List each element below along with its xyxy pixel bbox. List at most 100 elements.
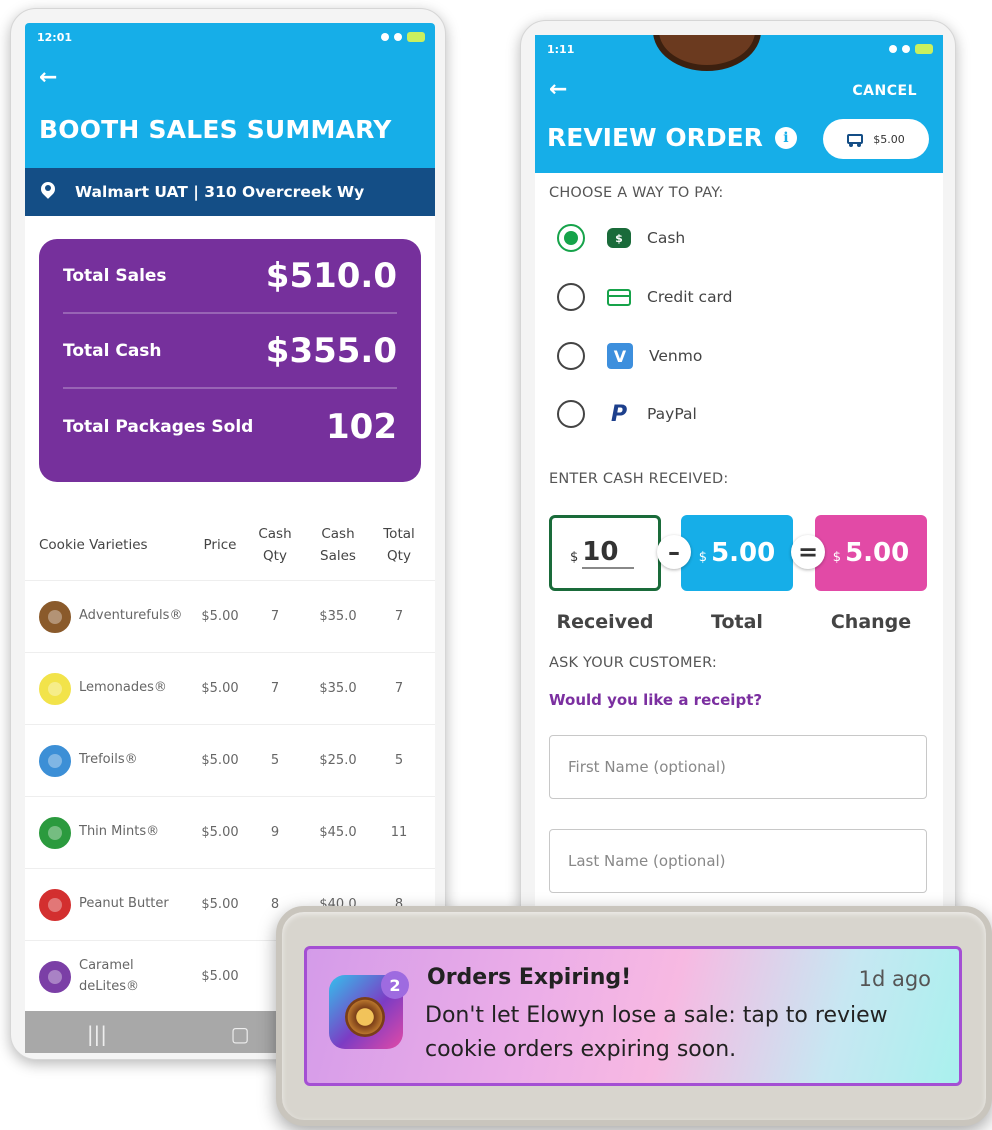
header-cash-sales: Cash Sales <box>320 525 356 564</box>
price-cell: $5.00 <box>201 969 239 984</box>
status-icons <box>381 32 425 42</box>
cookie-name: Trefoils® <box>79 752 138 768</box>
cookie-icon <box>39 600 71 633</box>
battery-icon <box>915 44 933 54</box>
received-amount[interactable]: 10 <box>582 537 635 569</box>
total-qty-cell: 7 <box>394 609 404 624</box>
sales-summary-card: Total Sales $510.0 Total Cash $355.0 Tot… <box>39 239 421 482</box>
payment-label: Cash <box>647 229 686 247</box>
cash-sales-cell: $45.0 <box>319 825 357 840</box>
ask-customer-label: ASK YOUR CUSTOMER: <box>549 655 718 671</box>
venmo-radio[interactable] <box>557 342 585 370</box>
booth-sales-phone: 12:01 ← BOOTH SALES SUMMARY Walmart UAT … <box>10 8 446 1060</box>
cookie-variety-cell: Trefoils® <box>25 744 195 777</box>
credit-card-radio[interactable] <box>557 283 585 311</box>
change-amount: 5.00 <box>845 538 910 568</box>
received-label: Received <box>556 611 654 633</box>
change-label: Change <box>830 611 912 633</box>
last-name-field[interactable] <box>549 829 927 893</box>
booth-sales-header: 12:01 ← BOOTH SALES SUMMARY <box>25 23 435 168</box>
order-total-box: $ 5.00 <box>681 515 793 591</box>
cookie-icon <box>39 960 71 993</box>
price-cell: $5.00 <box>201 897 239 912</box>
cookie-name: Caramel deLites® <box>79 957 139 994</box>
cookie-icon <box>39 672 71 705</box>
status-bar: 12:01 <box>37 29 425 45</box>
location-bar: Walmart UAT | 310 Overcreek Wy <box>25 168 435 216</box>
cookie-variety-cell: Adventurefuls® <box>25 600 195 633</box>
cookie-variety-cell: Lemonades® <box>25 672 195 705</box>
receipt-question: Would you like a receipt? <box>549 691 763 709</box>
summary-value: 102 <box>326 406 397 447</box>
cookie-icon <box>39 744 71 777</box>
cash-calculator: $ 10 – $ 5.00 = $ 5.00 <box>549 515 929 595</box>
back-arrow-icon[interactable]: ← <box>39 67 57 89</box>
payment-label: Venmo <box>649 347 703 365</box>
summary-label: Total Sales <box>63 265 167 286</box>
review-order-screen: 1:11 ← CANCEL REVIEW ORDER i $5.00 CHOOS… <box>535 35 943 999</box>
table-row[interactable]: Adventurefuls® $5.00 7 $35.0 7 <box>25 581 435 653</box>
status-icons <box>889 44 933 54</box>
page-title-text: REVIEW ORDER <box>547 123 763 152</box>
first-name-field[interactable] <box>549 735 927 799</box>
cash-qty-cell: 5 <box>270 753 280 768</box>
push-notification[interactable]: 2 Orders Expiring! 1d ago Don't let Elow… <box>304 946 962 1086</box>
status-time: 12:01 <box>37 30 73 44</box>
notification-title: Orders Expiring! <box>427 965 632 990</box>
notification-time: 1d ago <box>858 967 931 991</box>
summary-value: $355.0 <box>265 330 397 371</box>
header-price: Price <box>203 536 237 553</box>
cookie-variety-cell: Caramel deLites® <box>25 956 195 998</box>
wifi-icon <box>394 33 402 41</box>
header-cash-qty: Cash Qty <box>258 525 292 564</box>
notification-body: Don't let Elowyn lose a sale: tap to rev… <box>425 1003 888 1063</box>
cash-radio[interactable] <box>557 224 585 252</box>
total-amount: 5.00 <box>711 538 776 568</box>
venmo-icon: V <box>607 343 633 369</box>
paypal-radio[interactable] <box>557 400 585 428</box>
home-icon[interactable]: ▢ <box>231 1022 250 1046</box>
cancel-button[interactable]: CANCEL <box>852 83 917 99</box>
payment-option-paypal[interactable]: P PayPal <box>557 399 697 429</box>
notification-badge: 2 <box>381 971 409 999</box>
recents-icon[interactable]: ||| <box>87 1022 107 1046</box>
page-title: REVIEW ORDER i <box>547 123 797 152</box>
status-bar: 1:11 <box>547 41 933 57</box>
signal-icon <box>889 45 897 53</box>
booth-sales-screen: 12:01 ← BOOTH SALES SUMMARY Walmart UAT … <box>25 23 435 1053</box>
cash-qty-cell: 7 <box>270 609 280 624</box>
header-total-qty: Total Qty <box>383 525 415 564</box>
cookie-icon <box>39 816 71 849</box>
cash-received-input[interactable]: $ 10 <box>549 515 661 591</box>
price-cell: $5.00 <box>201 609 239 624</box>
signal-icon <box>381 33 389 41</box>
credit-card-icon <box>607 288 631 306</box>
cookie-variety-cell: Peanut Butter <box>25 888 195 921</box>
payment-option-venmo[interactable]: V Venmo <box>557 341 702 371</box>
info-icon[interactable]: i <box>774 126 797 149</box>
cash-sales-cell: $35.0 <box>319 609 357 624</box>
cookie-name: Lemonades® <box>79 680 167 696</box>
page-title: BOOTH SALES SUMMARY <box>39 115 392 144</box>
cash-sales-cell: $25.0 <box>319 753 357 768</box>
total-qty-cell: 7 <box>394 681 404 696</box>
cash-qty-cell: 9 <box>270 825 280 840</box>
location-pin-icon <box>41 182 55 202</box>
cookie-icon <box>39 888 71 921</box>
equals-icon: = <box>791 535 825 569</box>
summary-row-total-cash: Total Cash $355.0 <box>63 314 397 389</box>
table-row[interactable]: Lemonades® $5.00 7 $35.0 7 <box>25 653 435 725</box>
currency-symbol: $ <box>698 549 708 565</box>
table-row[interactable]: Thin Mints® $5.00 9 $45.0 11 <box>25 797 435 869</box>
payment-option-credit-card[interactable]: Credit card <box>557 282 733 312</box>
table-row[interactable]: Trefoils® $5.00 5 $25.0 5 <box>25 725 435 797</box>
currency-symbol: $ <box>570 549 579 565</box>
cookie-name: Adventurefuls® <box>79 608 183 624</box>
back-arrow-icon[interactable]: ← <box>549 79 567 101</box>
location-text: Walmart UAT | 310 Overcreek Wy <box>75 183 365 201</box>
total-qty-cell: 5 <box>394 753 404 768</box>
enter-cash-label: ENTER CASH RECEIVED: <box>549 471 729 487</box>
cart-total-pill[interactable]: $5.00 <box>823 119 929 159</box>
summary-value: $510.0 <box>265 255 397 296</box>
payment-option-cash[interactable]: $ Cash <box>557 223 685 253</box>
